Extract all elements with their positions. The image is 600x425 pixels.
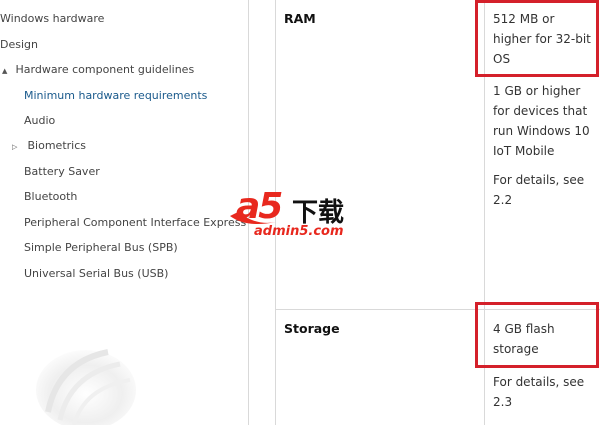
expanded-caret-icon[interactable]: ▲ bbox=[2, 64, 12, 78]
nav-item-label: Windows hardware bbox=[0, 12, 105, 25]
ram-highlight-box bbox=[475, 0, 599, 77]
nav-item-label: Biometrics bbox=[27, 139, 87, 152]
nav-item-spb[interactable]: Simple Peripheral Bus (SPB) bbox=[24, 241, 178, 255]
nav-item-label: Peripheral Component Interface Express bbox=[24, 216, 247, 229]
admin5-watermark-logo: a5 下载 admin5.com bbox=[226, 186, 376, 246]
nav-item-audio[interactable]: Audio bbox=[24, 114, 55, 128]
nav-item-label: Bluetooth bbox=[24, 190, 78, 203]
swirl-watermark-icon bbox=[36, 349, 136, 425]
storage-details-link[interactable]: For details, see 2.3 bbox=[493, 372, 593, 412]
logo-domain: admin5.com bbox=[254, 224, 344, 239]
nav-item-hardware-component-guidelines[interactable]: ▲ Hardware component guidelines bbox=[2, 63, 194, 78]
nav-item-label: Simple Peripheral Bus (SPB) bbox=[24, 241, 178, 254]
ram-details-link[interactable]: For details, see 2.2 bbox=[493, 170, 593, 210]
nav-item-pcie[interactable]: Peripheral Component Interface Express bbox=[24, 216, 246, 230]
nav-item-biometrics[interactable]: ▷ Biometrics bbox=[12, 139, 86, 154]
nav-item-label: Audio bbox=[24, 114, 56, 127]
nav-item-label: Minimum hardware requirements bbox=[24, 89, 208, 102]
nav-item-usb[interactable]: Universal Serial Bus (USB) bbox=[24, 267, 168, 281]
row-label-storage: Storage bbox=[284, 321, 340, 336]
storage-highlight-box bbox=[475, 302, 599, 368]
nav-item-windows-hardware[interactable]: Windows hardware bbox=[0, 12, 104, 26]
logo-brand: a5 bbox=[236, 186, 283, 227]
nav-item-label: Battery Saver bbox=[24, 165, 100, 178]
nav-item-minimum-hardware-requirements[interactable]: Minimum hardware requirements bbox=[24, 89, 207, 103]
nav-item-label: Design bbox=[0, 38, 38, 51]
nav-item-bluetooth[interactable]: Bluetooth bbox=[24, 190, 77, 204]
nav-item-battery-saver[interactable]: Battery Saver bbox=[24, 165, 100, 179]
nav-item-label: Hardware component guidelines bbox=[15, 63, 195, 76]
nav-item-label: Universal Serial Bus (USB) bbox=[24, 267, 169, 280]
nav-item-design[interactable]: Design bbox=[0, 38, 38, 52]
sidebar-nav: Windows hardware Design ▲ Hardware compo… bbox=[0, 0, 249, 425]
collapsed-caret-icon[interactable]: ▷ bbox=[12, 140, 22, 154]
ram-value-iot-mobile: 1 GB or higher for devices that run Wind… bbox=[493, 84, 590, 158]
row-label-ram: RAM bbox=[284, 11, 316, 26]
